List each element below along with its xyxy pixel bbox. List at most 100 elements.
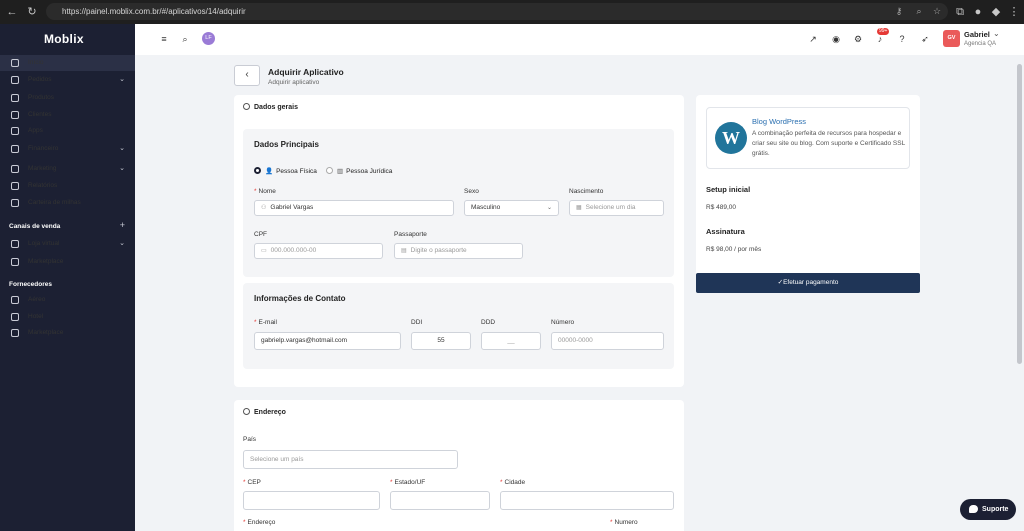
section-title-text: Endereço (254, 409, 286, 416)
menu-icon[interactable]: ≡ (158, 33, 170, 45)
help-icon[interactable]: ? (896, 33, 908, 45)
app-description: A combinação perfeita de recursos para h… (752, 130, 905, 157)
star-icon[interactable]: ☆ (930, 4, 944, 18)
sidebar-item-marketing[interactable]: Marketing ⌄ (0, 161, 135, 177)
setup-value: R$ 489,00 (706, 204, 736, 211)
ddd-label: DDD (481, 319, 496, 326)
sidebar-item-relatorios[interactable]: Relatórios (0, 178, 135, 194)
passport-field[interactable]: ▤ Digite o passaporte (394, 243, 523, 259)
sidebar-item-aereo[interactable]: Aéreo (0, 292, 135, 308)
profile-icon[interactable]: ● (970, 4, 986, 20)
sidebar-item-hotel[interactable]: Hotel (0, 309, 135, 325)
extensions-icon[interactable]: ⧉ (952, 4, 968, 20)
phone-number-field[interactable]: 00000-0000 (551, 332, 664, 350)
city-field[interactable] (500, 491, 674, 510)
gear-icon[interactable]: ⚙ (852, 33, 864, 45)
sales-channels-heading: Canais de venda (9, 223, 61, 230)
chevron-down-icon: ⌄ (119, 165, 125, 172)
user-icon (243, 103, 250, 110)
megaphone-icon (11, 165, 19, 173)
ddi-field[interactable]: 55 (411, 332, 471, 350)
search-icon[interactable]: ⌕ (179, 33, 191, 45)
back-button[interactable]: ‹ (234, 65, 260, 86)
menu-dots-icon[interactable]: ⋮ (1006, 4, 1022, 20)
users-icon (11, 111, 19, 119)
reload-icon[interactable]: ↻ (24, 4, 40, 20)
sidebar-item-pedidos[interactable]: Pedidos ⌄ (0, 72, 135, 88)
support-button[interactable]: Suporte (960, 499, 1016, 520)
country-select[interactable]: Selecione um país (243, 450, 458, 469)
sidebar-item-marketplace[interactable]: Marketplace (0, 254, 135, 270)
rocket-icon[interactable]: ➶ (919, 33, 931, 45)
birth-field[interactable]: ▦ Selecione um dia (569, 200, 664, 216)
scrollbar[interactable] (1017, 64, 1022, 364)
user-name[interactable]: Gabriel (964, 30, 990, 39)
cpf-label: CPF (254, 231, 267, 238)
cep-label: * CEP (243, 479, 261, 486)
user-avatar[interactable]: GV (943, 30, 960, 47)
birth-placeholder: Selecione um dia (585, 204, 636, 211)
key-icon[interactable]: ⚷ (892, 4, 906, 18)
chevron-down-icon[interactable]: ⌄ (993, 29, 1000, 38)
cep-field[interactable] (243, 491, 380, 510)
sidebar-item-label: Financeiro (28, 145, 59, 152)
sidebar-item-label: Loja virtual (28, 240, 60, 247)
play-icon[interactable]: ◉ (830, 33, 842, 45)
panel-title: Informações de Contato (254, 294, 346, 303)
calendar-icon: ▦ (576, 205, 582, 211)
email-field[interactable]: gabrielp.vargas@hotmail.com (254, 332, 401, 350)
sidebar-item-inicio[interactable]: Início (0, 55, 135, 71)
id-card-icon: ▭ (261, 248, 267, 254)
pay-button[interactable]: ✓Efetuar pagamento (696, 273, 920, 293)
sidebar-item-loja-virtual[interactable]: Loja virtual ⌄ (0, 236, 135, 252)
state-field[interactable] (390, 491, 490, 510)
sidebar: Moblix Início Pedidos ⌄ Produtos Cliente… (0, 24, 135, 531)
sidebar-item-financeiro[interactable]: Financeiro ⌄ (0, 141, 135, 157)
back-arrow-icon[interactable]: ← (4, 4, 20, 20)
avatar[interactable]: LF (202, 32, 215, 45)
radio-dot (326, 167, 333, 174)
wallet-icon (11, 199, 19, 207)
building-icon (11, 313, 19, 321)
extension-badge-icon[interactable]: ◆ (988, 4, 1004, 20)
name-value: Gabriel Vargas (270, 204, 314, 211)
sidebar-item-produtos[interactable]: Produtos (0, 90, 135, 106)
cpf-field[interactable]: ▭ 000.000.000-00 (254, 243, 383, 259)
app-info-box: W Blog WordPress A combinação perfeita d… (706, 107, 910, 169)
passport-icon: ▤ (401, 248, 407, 254)
sidebar-item-label: Marketplace (28, 258, 64, 265)
sidebar-item-clientes[interactable]: Clientes (0, 107, 135, 123)
cpf-placeholder: 000.000.000-00 (270, 247, 317, 254)
moblix-logo[interactable]: Moblix (44, 32, 84, 46)
subscription-value: R$ 98,00 / por mês (706, 246, 762, 253)
name-field[interactable]: ⚇ Gabriel Vargas (254, 200, 454, 216)
sidebar-item-label: Apps (28, 127, 43, 134)
sidebar-item-label: Início (28, 59, 44, 66)
number-label: Número (551, 319, 575, 326)
sidebar-item-carteira-de-milhas[interactable]: Carteira de milhas (0, 195, 135, 211)
section-title: Endereço (243, 408, 286, 416)
section-title-text: Dados gerais (254, 104, 298, 111)
zoom-icon[interactable]: ⌕ (912, 4, 926, 18)
support-button-label: Suporte (982, 506, 1009, 513)
top-bar: ≡ ⌕ LF ↗ ◉ ⚙ ♪ 99+ ? ➶ GV Gabriel Agenci… (135, 24, 1024, 55)
radio-pessoa-fisica[interactable]: 👤 Pessoa Física (254, 167, 317, 175)
sex-label: Sexo (464, 188, 479, 195)
passport-placeholder: Digite o passaporte (410, 247, 467, 254)
address-bar[interactable]: https://painel.moblix.com.br/#/aplicativ… (46, 3, 948, 20)
plus-icon[interactable]: + (120, 220, 125, 230)
suppliers-heading: Fornecedores (9, 281, 52, 288)
sidebar-item-marketplace-supplier[interactable]: Marketplace (0, 325, 135, 341)
ddi-label: DDI (411, 319, 423, 326)
sex-select[interactable]: Masculino ⌄ (464, 200, 559, 216)
address-number-label: * Numero (610, 519, 638, 526)
radio-pessoa-juridica[interactable]: ▥ Pessoa Jurídica (326, 167, 392, 175)
sidebar-item-apps[interactable]: Apps (0, 123, 135, 139)
ddd-field[interactable]: __ (481, 332, 541, 350)
radio-label: Pessoa Jurídica (346, 168, 393, 175)
country-label: País (243, 436, 257, 443)
external-link-icon[interactable]: ↗ (807, 33, 819, 45)
panel-title: Dados Principais (254, 140, 319, 149)
report-icon (11, 182, 19, 190)
page-subtitle: Adquirir aplicativo (268, 79, 320, 86)
